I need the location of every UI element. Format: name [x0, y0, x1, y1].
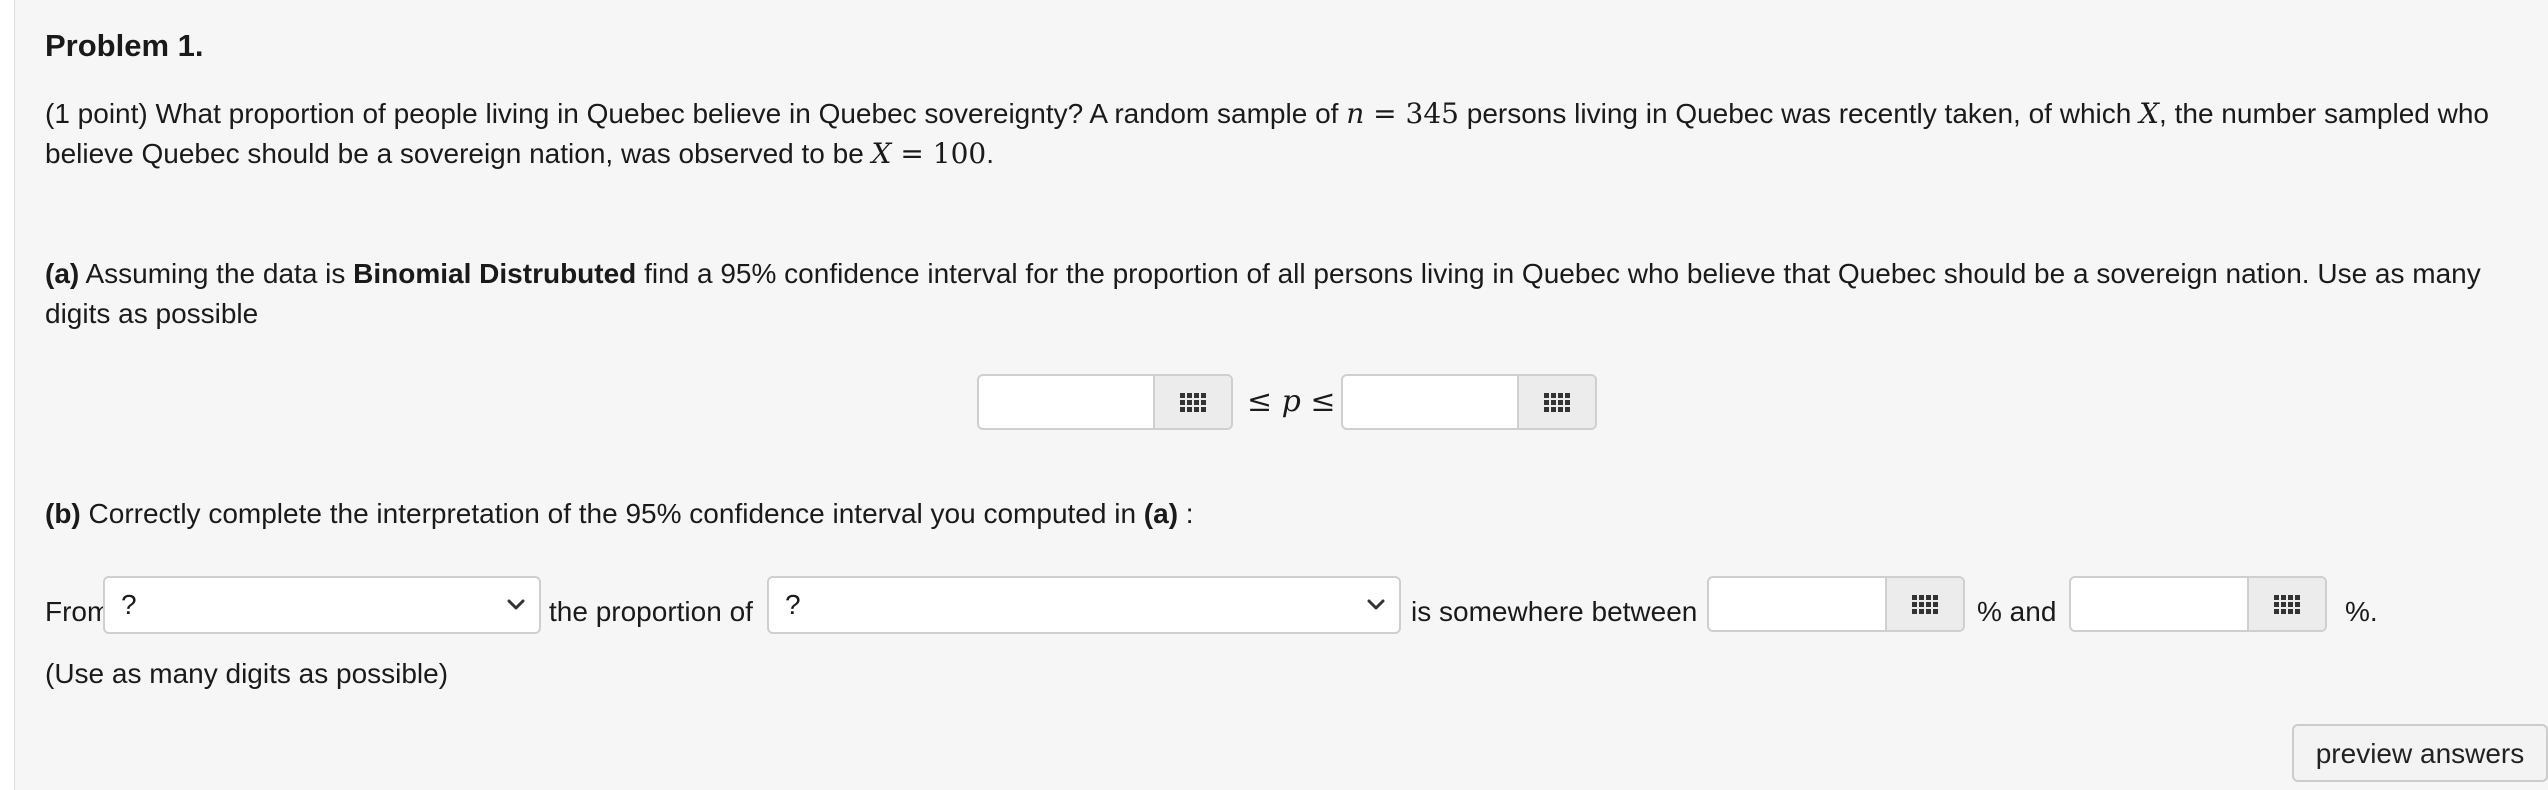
equation-palette-button[interactable] — [1153, 376, 1231, 428]
part-a-text-line2: digits as possible — [45, 298, 259, 329]
problem-statement-line2: believe Quebec should be a sovereign nat… — [45, 137, 994, 170]
between-label: is somewhere between — [1411, 596, 1698, 627]
high-percent-input[interactable] — [2071, 578, 2247, 630]
equation-palette-button[interactable] — [1885, 578, 1963, 630]
proportion-of-label: the proportion of — [549, 596, 753, 627]
proportion-dropdown[interactable]: ? — [767, 576, 1401, 634]
ci-lower-input[interactable] — [979, 376, 1153, 428]
grid-palette-icon — [1544, 392, 1570, 412]
proportion-dropdown-value: ? — [785, 589, 801, 620]
equation-palette-button[interactable] — [1517, 376, 1595, 428]
problem-title: Problem 1. — [45, 28, 204, 63]
low-percent-answer-box — [1707, 576, 1965, 632]
from-label: From — [45, 596, 111, 627]
percent-and-label: % and — [1977, 596, 2057, 627]
high-percent-answer-box — [2069, 576, 2327, 632]
problem-panel: Problem 1. (1 point) What proportion of … — [14, 0, 2548, 790]
chevron-down-icon — [507, 599, 525, 610]
problem-statement-line1: (1 point) What proportion of people livi… — [45, 97, 2490, 130]
chevron-down-icon — [1367, 599, 1385, 610]
percent-period-label: %. — [2345, 596, 2378, 627]
ci-lower-answer-box — [977, 374, 1233, 430]
low-percent-input[interactable] — [1709, 578, 1885, 630]
grid-palette-icon — [1912, 594, 1938, 614]
ci-upper-input[interactable] — [1343, 376, 1517, 428]
part-a-text-line1: (a) Assuming the data is Binomial Distru… — [45, 258, 2481, 289]
preview-answers-button[interactable]: preview answers — [2292, 724, 2548, 782]
inequality-p: ≤ p ≤ — [1247, 384, 1336, 419]
equation-palette-button[interactable] — [2247, 578, 2325, 630]
digits-note: (Use as many digits as possible) — [45, 658, 449, 689]
part-b-text: (b) Correctly complete the interpretatio… — [45, 498, 1194, 529]
from-dropdown-value: ? — [121, 589, 137, 620]
grid-palette-icon — [2274, 594, 2300, 614]
from-dropdown[interactable]: ? — [103, 576, 541, 634]
ci-upper-answer-box — [1341, 374, 1597, 430]
grid-palette-icon — [1180, 392, 1206, 412]
